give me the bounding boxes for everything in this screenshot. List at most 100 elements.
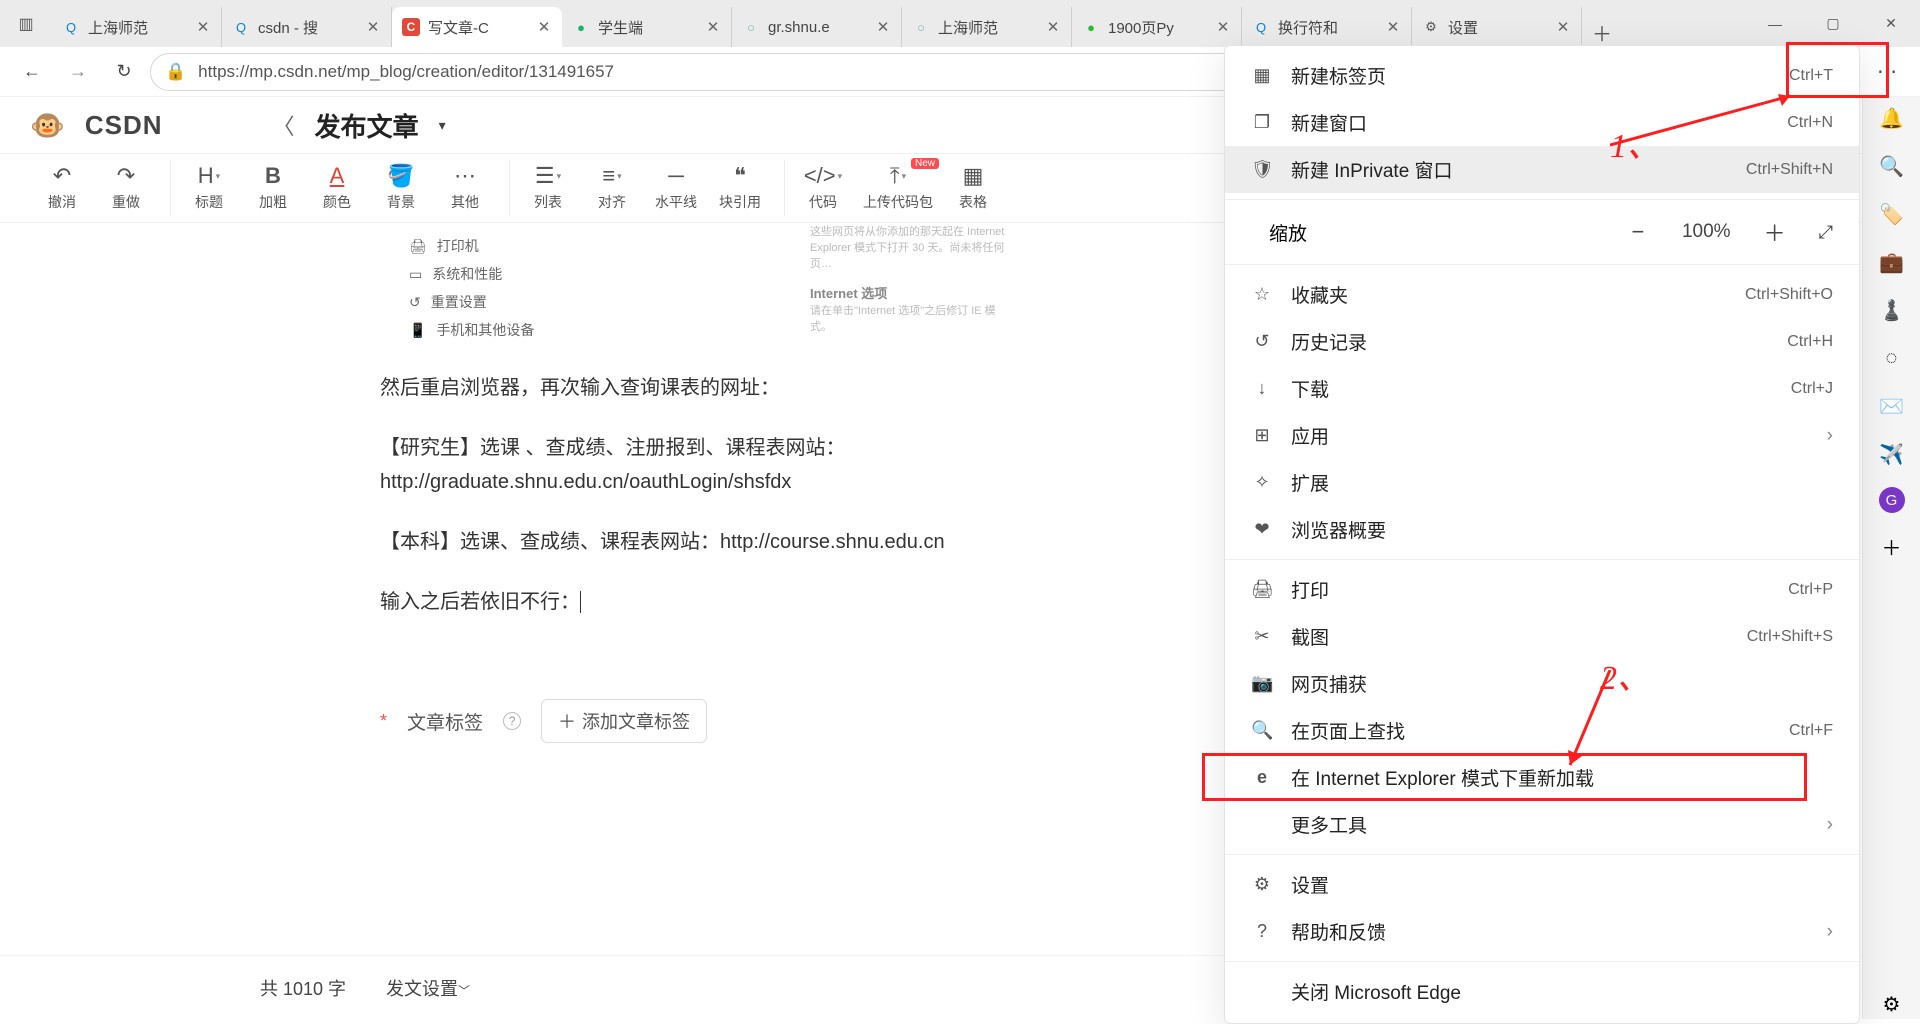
menu-apps[interactable]: ⊞应用› [1225,412,1859,459]
bg-button[interactable]: 🪣背景 [375,160,427,216]
close-icon[interactable]: ✕ [1555,19,1571,35]
briefcase-icon[interactable]: 💼 [1877,247,1907,277]
sidebar-settings-icon[interactable]: ⚙ [1877,989,1907,1019]
plus-icon: ＋ [558,708,576,734]
bold-button[interactable]: B加粗 [247,160,299,216]
heading-button[interactable]: H▾标题 [183,160,235,216]
bold-icon: B [265,164,281,188]
back-button[interactable]: ← [12,52,52,92]
site-icon: ● [572,18,590,36]
hr-button[interactable]: ─水平线 [650,160,702,216]
zoom-in-button[interactable]: ＋ [1761,216,1789,248]
inprivate-icon: 🛡 [1251,159,1273,180]
printer-icon: 🖨 [409,238,427,255]
forward-button: → [58,52,98,92]
tab-6[interactable]: ●1900页Py✕ [1072,7,1242,47]
games-icon[interactable]: ♟️ [1877,295,1907,325]
list-button[interactable]: ☰▾列表 [522,160,574,216]
menu-browser-essentials[interactable]: ❤浏览器概要 [1225,506,1859,553]
table-icon: ▦ [963,164,984,188]
avatar-icon[interactable]: G [1879,487,1905,513]
menu-web-capture[interactable]: 📷网页捕获 [1225,660,1859,707]
search-icon[interactable]: 🔍 [1877,151,1907,181]
bg-color-icon: 🪣 [387,164,414,188]
redo-icon: ↷ [117,164,135,188]
maximize-button[interactable]: ▢ [1804,0,1862,47]
menu-find[interactable]: 🔍在页面上查找Ctrl+F [1225,707,1859,754]
tab-1[interactable]: Qcsdn - 搜✕ [222,7,392,47]
tab-5[interactable]: ○上海师范✕ [902,7,1072,47]
chevron-down-icon: ﹀ [458,984,470,998]
menu-new-inprivate[interactable]: 🛡新建 InPrivate 窗口Ctrl+Shift+N [1225,146,1859,193]
apps-icon: ⊞ [1251,425,1273,446]
outlook-icon[interactable]: ✉️ [1877,391,1907,421]
new-tab-button[interactable]: ＋ [1582,18,1622,47]
close-window-button[interactable]: ✕ [1862,0,1920,47]
color-button[interactable]: A颜色 [311,160,363,216]
close-icon[interactable]: ✕ [1215,19,1231,35]
menu-extensions[interactable]: ✧扩展 [1225,459,1859,506]
align-button[interactable]: ≡▾对齐 [586,160,638,216]
add-sidebar-icon[interactable]: ＋ [1877,531,1907,561]
undo-icon: ↶ [53,164,71,188]
tag-icon[interactable]: 🏷️ [1877,199,1907,229]
menu-print[interactable]: 🖨打印Ctrl+P [1225,566,1859,613]
back-caret-icon[interactable]: 〈 [273,109,295,141]
menu-more-tools[interactable]: 更多工具› [1225,801,1859,848]
code-button[interactable]: </>▾代码 [797,160,849,216]
add-tag-button[interactable]: ＋添加文章标签 [541,699,707,743]
tab-title: 设置 [1448,17,1547,38]
zoom-out-button[interactable]: − [1624,219,1652,245]
tab-title: 学生端 [598,17,697,38]
menu-help[interactable]: ?帮助和反馈› [1225,908,1859,955]
tab-title: 换行符和 [1278,17,1377,38]
tab-title: gr.shnu.e [768,19,867,36]
titlebar: ▥ Q上海师范✕ Qcsdn - 搜✕ C写文章-C✕ ● 学生端 ✕ ○ gr.sh… [0,0,1920,47]
menu-settings[interactable]: ⚙设置 [1225,861,1859,908]
menu-favorites[interactable]: ☆收藏夹Ctrl+Shift+O [1225,271,1859,318]
table-button[interactable]: ▦表格 [947,160,999,216]
text-color-icon: A [330,164,345,188]
menu-history[interactable]: ↺历史记录Ctrl+H [1225,318,1859,365]
tab-2-active[interactable]: C写文章-C✕ [392,7,562,47]
tab-actions-icon[interactable]: ▥ [0,0,52,47]
close-icon[interactable]: ✕ [536,19,552,35]
other-button[interactable]: ⋯其他 [439,160,491,216]
tools-icon[interactable]: ◌ [1877,343,1907,373]
site-icon: ○ [912,18,930,36]
redo-button[interactable]: ↷重做 [100,160,152,216]
minimize-button[interactable]: — [1746,0,1804,47]
upload-icon: ⤒▾ [890,164,906,188]
tab-3[interactable]: ● 学生端 ✕ [562,7,732,47]
menu-screenshot[interactable]: ✂截图Ctrl+Shift+S [1225,613,1859,660]
chevron-down-icon[interactable]: ▾ [439,117,446,134]
fullscreen-button[interactable]: ⤢ [1819,222,1833,243]
tab-8[interactable]: ⚙设置✕ [1412,7,1582,47]
help-icon[interactable]: ? [503,712,521,730]
phone-icon: 📱 [409,322,426,339]
menu-downloads[interactable]: ↓下载Ctrl+J [1225,365,1859,412]
close-icon[interactable]: ✕ [1385,19,1401,35]
more-icon: ⋯ [454,164,476,188]
menu-separator [1225,961,1859,962]
upload-code-button[interactable]: New⤒▾上传代码包 [861,160,935,216]
lock-icon: 🔒 [165,62,186,82]
quote-button[interactable]: ❝块引用 [714,160,766,216]
menu-close-edge[interactable]: 关闭 Microsoft Edge [1225,968,1859,1015]
telegram-icon[interactable]: ✈️ [1877,439,1907,469]
close-icon[interactable]: ✕ [195,19,211,35]
undo-button[interactable]: ↶撤消 [36,160,88,216]
tab-0[interactable]: Q上海师范✕ [52,7,222,47]
page-title: 发布文章 [315,107,419,144]
close-icon[interactable]: ✕ [875,19,891,35]
tab-7[interactable]: Q换行符和✕ [1242,7,1412,47]
close-icon[interactable]: ✕ [705,19,721,35]
publish-settings[interactable]: 发文设置﹀ [386,975,470,1001]
search-icon: Q [62,18,80,36]
star-icon: ☆ [1251,284,1273,305]
refresh-button[interactable]: ↻ [104,52,144,92]
close-icon[interactable]: ✕ [1045,19,1061,35]
close-icon[interactable]: ✕ [365,19,381,35]
tab-4[interactable]: ○gr.shnu.e✕ [732,7,902,47]
bell-icon[interactable]: 🔔 [1877,103,1907,133]
